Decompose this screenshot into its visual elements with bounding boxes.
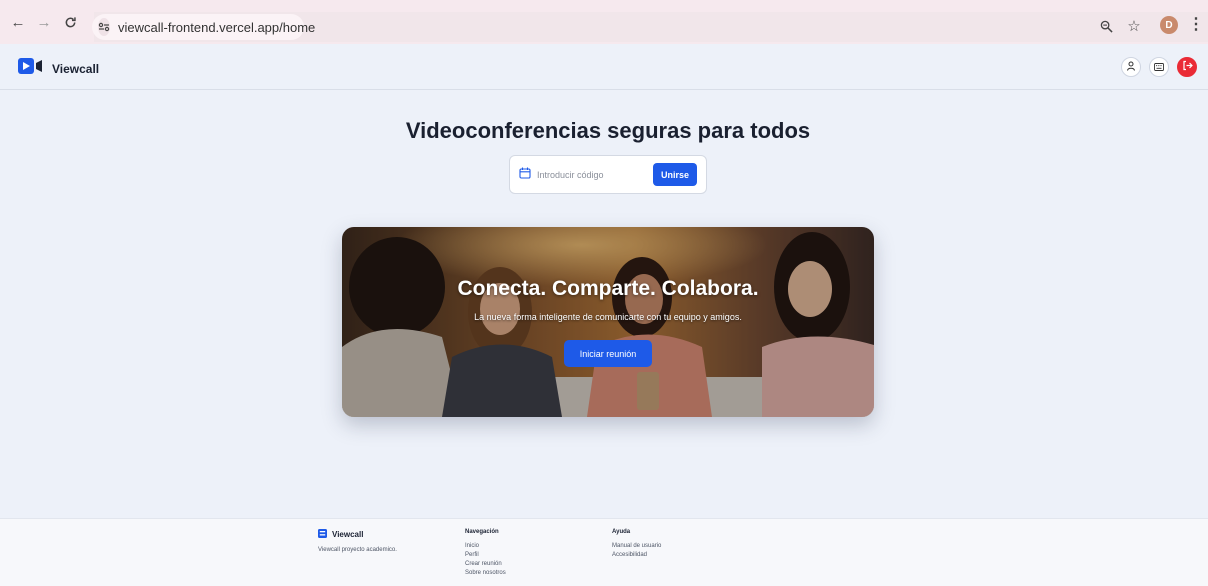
banner-subtitle: La nueva forma inteligente de comunicart… bbox=[474, 312, 742, 322]
app-name: Viewcall bbox=[52, 61, 100, 76]
footer-nav-title: Navegación bbox=[465, 529, 499, 535]
logout-icon bbox=[1182, 58, 1193, 76]
footer-link-manual[interactable]: Manual de usuario bbox=[612, 543, 661, 549]
banner-heading: Conecta. Comparte. Colabora. bbox=[457, 277, 759, 300]
brand[interactable]: Viewcall bbox=[18, 58, 99, 79]
footer: Viewcall Viewcall proyecto academico. Na… bbox=[0, 518, 1208, 586]
footer-logo-icon bbox=[318, 529, 327, 540]
start-meeting-button[interactable]: Iniciar reunión bbox=[564, 340, 652, 367]
keyboard-button[interactable] bbox=[1149, 57, 1169, 77]
reload-icon[interactable] bbox=[58, 10, 82, 34]
hero-banner: Conecta. Comparte. Colabora. La nueva fo… bbox=[342, 227, 874, 417]
footer-link-sobre-nosotros[interactable]: Sobre nosotros bbox=[465, 570, 506, 576]
bookmark-star-icon[interactable]: ☆ bbox=[1122, 14, 1146, 38]
url-text: viewcall-frontend.vercel.app/home bbox=[118, 19, 316, 35]
back-icon[interactable]: ← bbox=[6, 10, 30, 34]
logout-button[interactable] bbox=[1177, 57, 1197, 77]
app-header: Viewcall bbox=[0, 44, 1208, 90]
banner-overlay bbox=[342, 227, 874, 417]
footer-nav-column: Navegación Inicio Perfil Crear reunión S… bbox=[465, 529, 506, 576]
footer-link-inicio[interactable]: Inicio bbox=[465, 543, 506, 549]
keyboard-icon bbox=[1154, 58, 1164, 76]
join-button[interactable]: Unirse bbox=[653, 163, 697, 186]
calendar-icon bbox=[519, 166, 531, 184]
footer-brand-name: Viewcall bbox=[332, 530, 364, 539]
browser-toolbar: ← → viewcall-frontend.vercel.app/home ☆ … bbox=[0, 0, 1208, 44]
page-title: Videoconferencias seguras para todos bbox=[405, 118, 811, 143]
address-bar[interactable]: viewcall-frontend.vercel.app/home bbox=[92, 14, 315, 40]
forward-icon[interactable]: → bbox=[32, 10, 56, 34]
footer-description: Viewcall proyecto academico. bbox=[318, 547, 397, 553]
footer-help-title: Ayuda bbox=[612, 529, 631, 535]
join-meeting-card: Unirse bbox=[509, 155, 707, 194]
footer-link-crear-reunion[interactable]: Crear reunión bbox=[465, 561, 506, 567]
footer-link-perfil[interactable]: Perfil bbox=[465, 552, 506, 558]
browser-profile-avatar[interactable]: D bbox=[1160, 16, 1178, 34]
footer-link-accesibilidad[interactable]: Accesibilidad bbox=[612, 552, 661, 558]
video-camera-logo-icon bbox=[18, 58, 44, 79]
meeting-code-input[interactable] bbox=[537, 169, 645, 180]
browser-menu-icon[interactable]: ⋮ bbox=[1188, 14, 1204, 34]
zoom-icon[interactable] bbox=[1094, 14, 1118, 38]
footer-brand-column: Viewcall Viewcall proyecto academico. bbox=[318, 529, 397, 553]
user-icon bbox=[1126, 58, 1136, 76]
footer-help-column: Ayuda Manual de usuario Accesibilidad bbox=[612, 529, 661, 558]
profile-button[interactable] bbox=[1121, 57, 1141, 77]
site-info-icon[interactable] bbox=[98, 18, 110, 36]
